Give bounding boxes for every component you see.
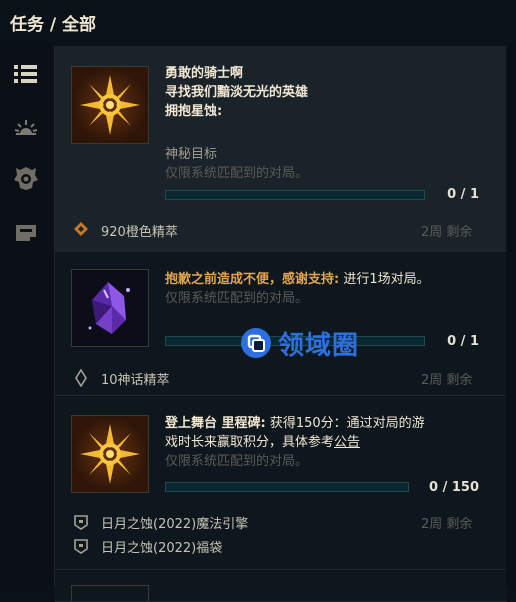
quest-thumbnail xyxy=(71,66,149,144)
logo-icon xyxy=(241,328,271,358)
watermark-text: 领域圈 xyxy=(278,330,360,361)
chest-icon xyxy=(74,514,88,534)
time-remaining: 2周 剩余 xyxy=(421,373,473,388)
quest-title-line: 寻找我们黯淡无光的英雄 xyxy=(165,85,309,100)
page-title: 任务 / 全部 xyxy=(10,15,97,35)
progress-count: 0 / 1 xyxy=(447,334,479,349)
orange-essence-icon xyxy=(73,221,89,241)
store-icon[interactable] xyxy=(12,218,40,246)
quest-card[interactable]: 勇敢的骑士啊 寻找我们黯淡无光的英雄 拥抱星蚀: 神秘目标 仅限系统匹配到的对局… xyxy=(55,46,507,252)
quest-title: 勇敢的骑士啊 寻找我们黯淡无光的英雄 拥抱星蚀: xyxy=(165,64,470,121)
progress-bar xyxy=(165,190,425,200)
reward-label: 日月之蚀(2022)魔法引擎 xyxy=(101,517,249,532)
quest-card[interactable]: 登上舞台 里程碑: 获得150分：通过对局的游 戏时长来赢取积分，具体参考公告 … xyxy=(55,397,507,570)
quest-thumbnail xyxy=(71,269,149,347)
progress-bar xyxy=(165,482,409,492)
chest-icon xyxy=(74,538,88,558)
time-remaining: 2周 剩余 xyxy=(421,517,473,532)
announcement-link[interactable]: 公告 xyxy=(334,435,360,450)
quest-title: 登上舞台 里程碑: xyxy=(165,416,266,431)
reward-label: 920橙色精萃 xyxy=(101,225,178,240)
quest-title-line: 勇敢的骑士啊 xyxy=(165,66,244,81)
reward-label: 日月之蚀(2022)福袋 xyxy=(101,541,223,556)
quest-condition: 仅限系统匹配到的对局。 xyxy=(165,454,309,469)
quest-condition: 仅限系统匹配到的对局。 xyxy=(165,291,309,306)
quest-thumbnail xyxy=(71,585,149,601)
sunrise-icon[interactable] xyxy=(12,114,40,142)
quest-description: 登上舞台 里程碑: 获得150分：通过对局的游 戏时长来赢取积分，具体参考公告 xyxy=(165,414,475,452)
emblem-icon[interactable] xyxy=(12,164,40,192)
quest-desc: 戏时长来赢取积分，具体参考 xyxy=(165,435,335,450)
quest-thumbnail xyxy=(71,415,149,493)
quest-description: 抱歉之前造成不便，感谢支持: 进行1场对局。 xyxy=(165,270,475,289)
quest-desc: 进行1场对局。 xyxy=(339,272,430,287)
quest-title-line: 拥抱星蚀: xyxy=(165,104,223,119)
quest-desc: 获得150分：通过对局的游 xyxy=(265,416,425,431)
quest-objective: 神秘目标 xyxy=(165,147,218,162)
page-header: 任务 / 全部 xyxy=(0,0,516,46)
reward-label: 10神话精萃 xyxy=(101,373,170,388)
progress-count: 0 / 150 xyxy=(429,480,479,495)
time-remaining: 2周 剩余 xyxy=(421,225,473,240)
scrollbar[interactable] xyxy=(506,46,516,587)
quest-list: 勇敢的骑士啊 寻找我们黯淡无光的英雄 拥抱星蚀: 神秘目标 仅限系统匹配到的对局… xyxy=(54,46,507,602)
quest-condition: 仅限系统匹配到的对局。 xyxy=(165,166,309,181)
mythic-essence-icon xyxy=(74,368,88,391)
quest-title: 抱歉之前造成不便，感谢支持: xyxy=(165,272,340,287)
list-icon[interactable] xyxy=(12,60,40,88)
progress-count: 0 / 1 xyxy=(447,187,479,202)
watermark: 领域圈 xyxy=(240,326,360,361)
sidebar xyxy=(0,46,54,587)
